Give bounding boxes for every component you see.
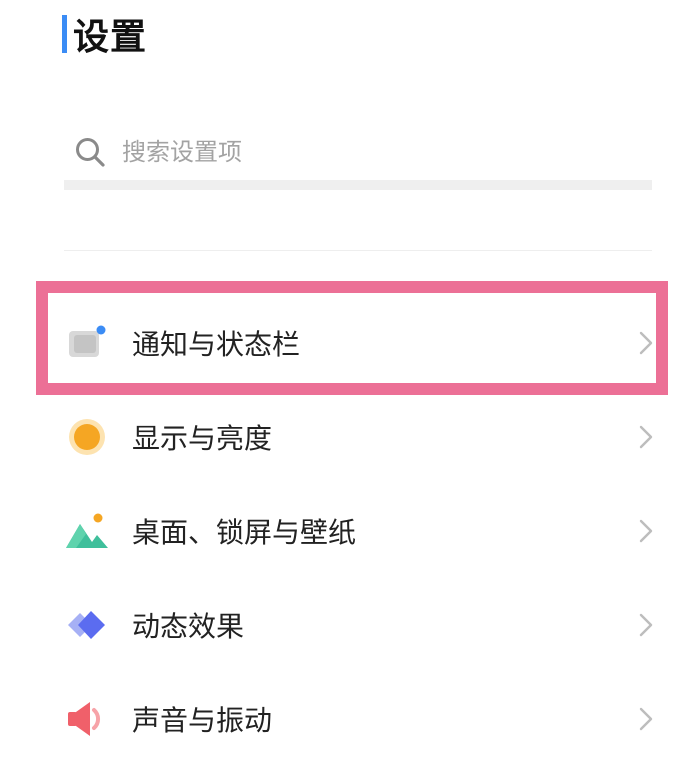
page-title-text: 设置 [73,17,148,58]
settings-item-label: 动态效果 [132,610,245,643]
settings-item-label: 声音与振动 [132,704,273,737]
chevron-right-icon [634,422,658,452]
desktop-wallpaper-icon [64,508,110,554]
search-input[interactable] [122,138,602,166]
settings-item-animation[interactable]: 动态效果 [64,585,664,665]
display-brightness-icon [64,414,110,460]
settings-item-label: 通知与状态栏 [132,328,301,361]
chevron-right-icon [634,610,658,640]
settings-item-label: 桌面、锁屏与壁纸 [132,516,357,549]
section-divider [64,250,652,251]
settings-item-display[interactable]: 显示与亮度 [64,397,664,477]
search-underline [64,180,652,190]
settings-item-wallpaper[interactable]: 桌面、锁屏与壁纸 [64,491,664,571]
title-accent-bar [62,15,67,53]
chevron-right-icon [634,704,658,734]
chevron-right-icon [634,516,658,546]
animation-effects-icon [64,602,110,648]
settings-item-sound[interactable]: 声音与振动 [64,679,664,759]
chevron-right-icon [634,328,658,358]
page-title: 设置 [62,8,147,60]
search-bar[interactable] [64,122,652,182]
settings-item-label: 显示与亮度 [132,422,273,455]
search-icon [70,132,110,172]
notification-status-bar-icon [64,320,110,366]
settings-item-notifications[interactable]: 通知与状态栏 [64,303,664,383]
sound-vibration-icon [64,696,110,742]
